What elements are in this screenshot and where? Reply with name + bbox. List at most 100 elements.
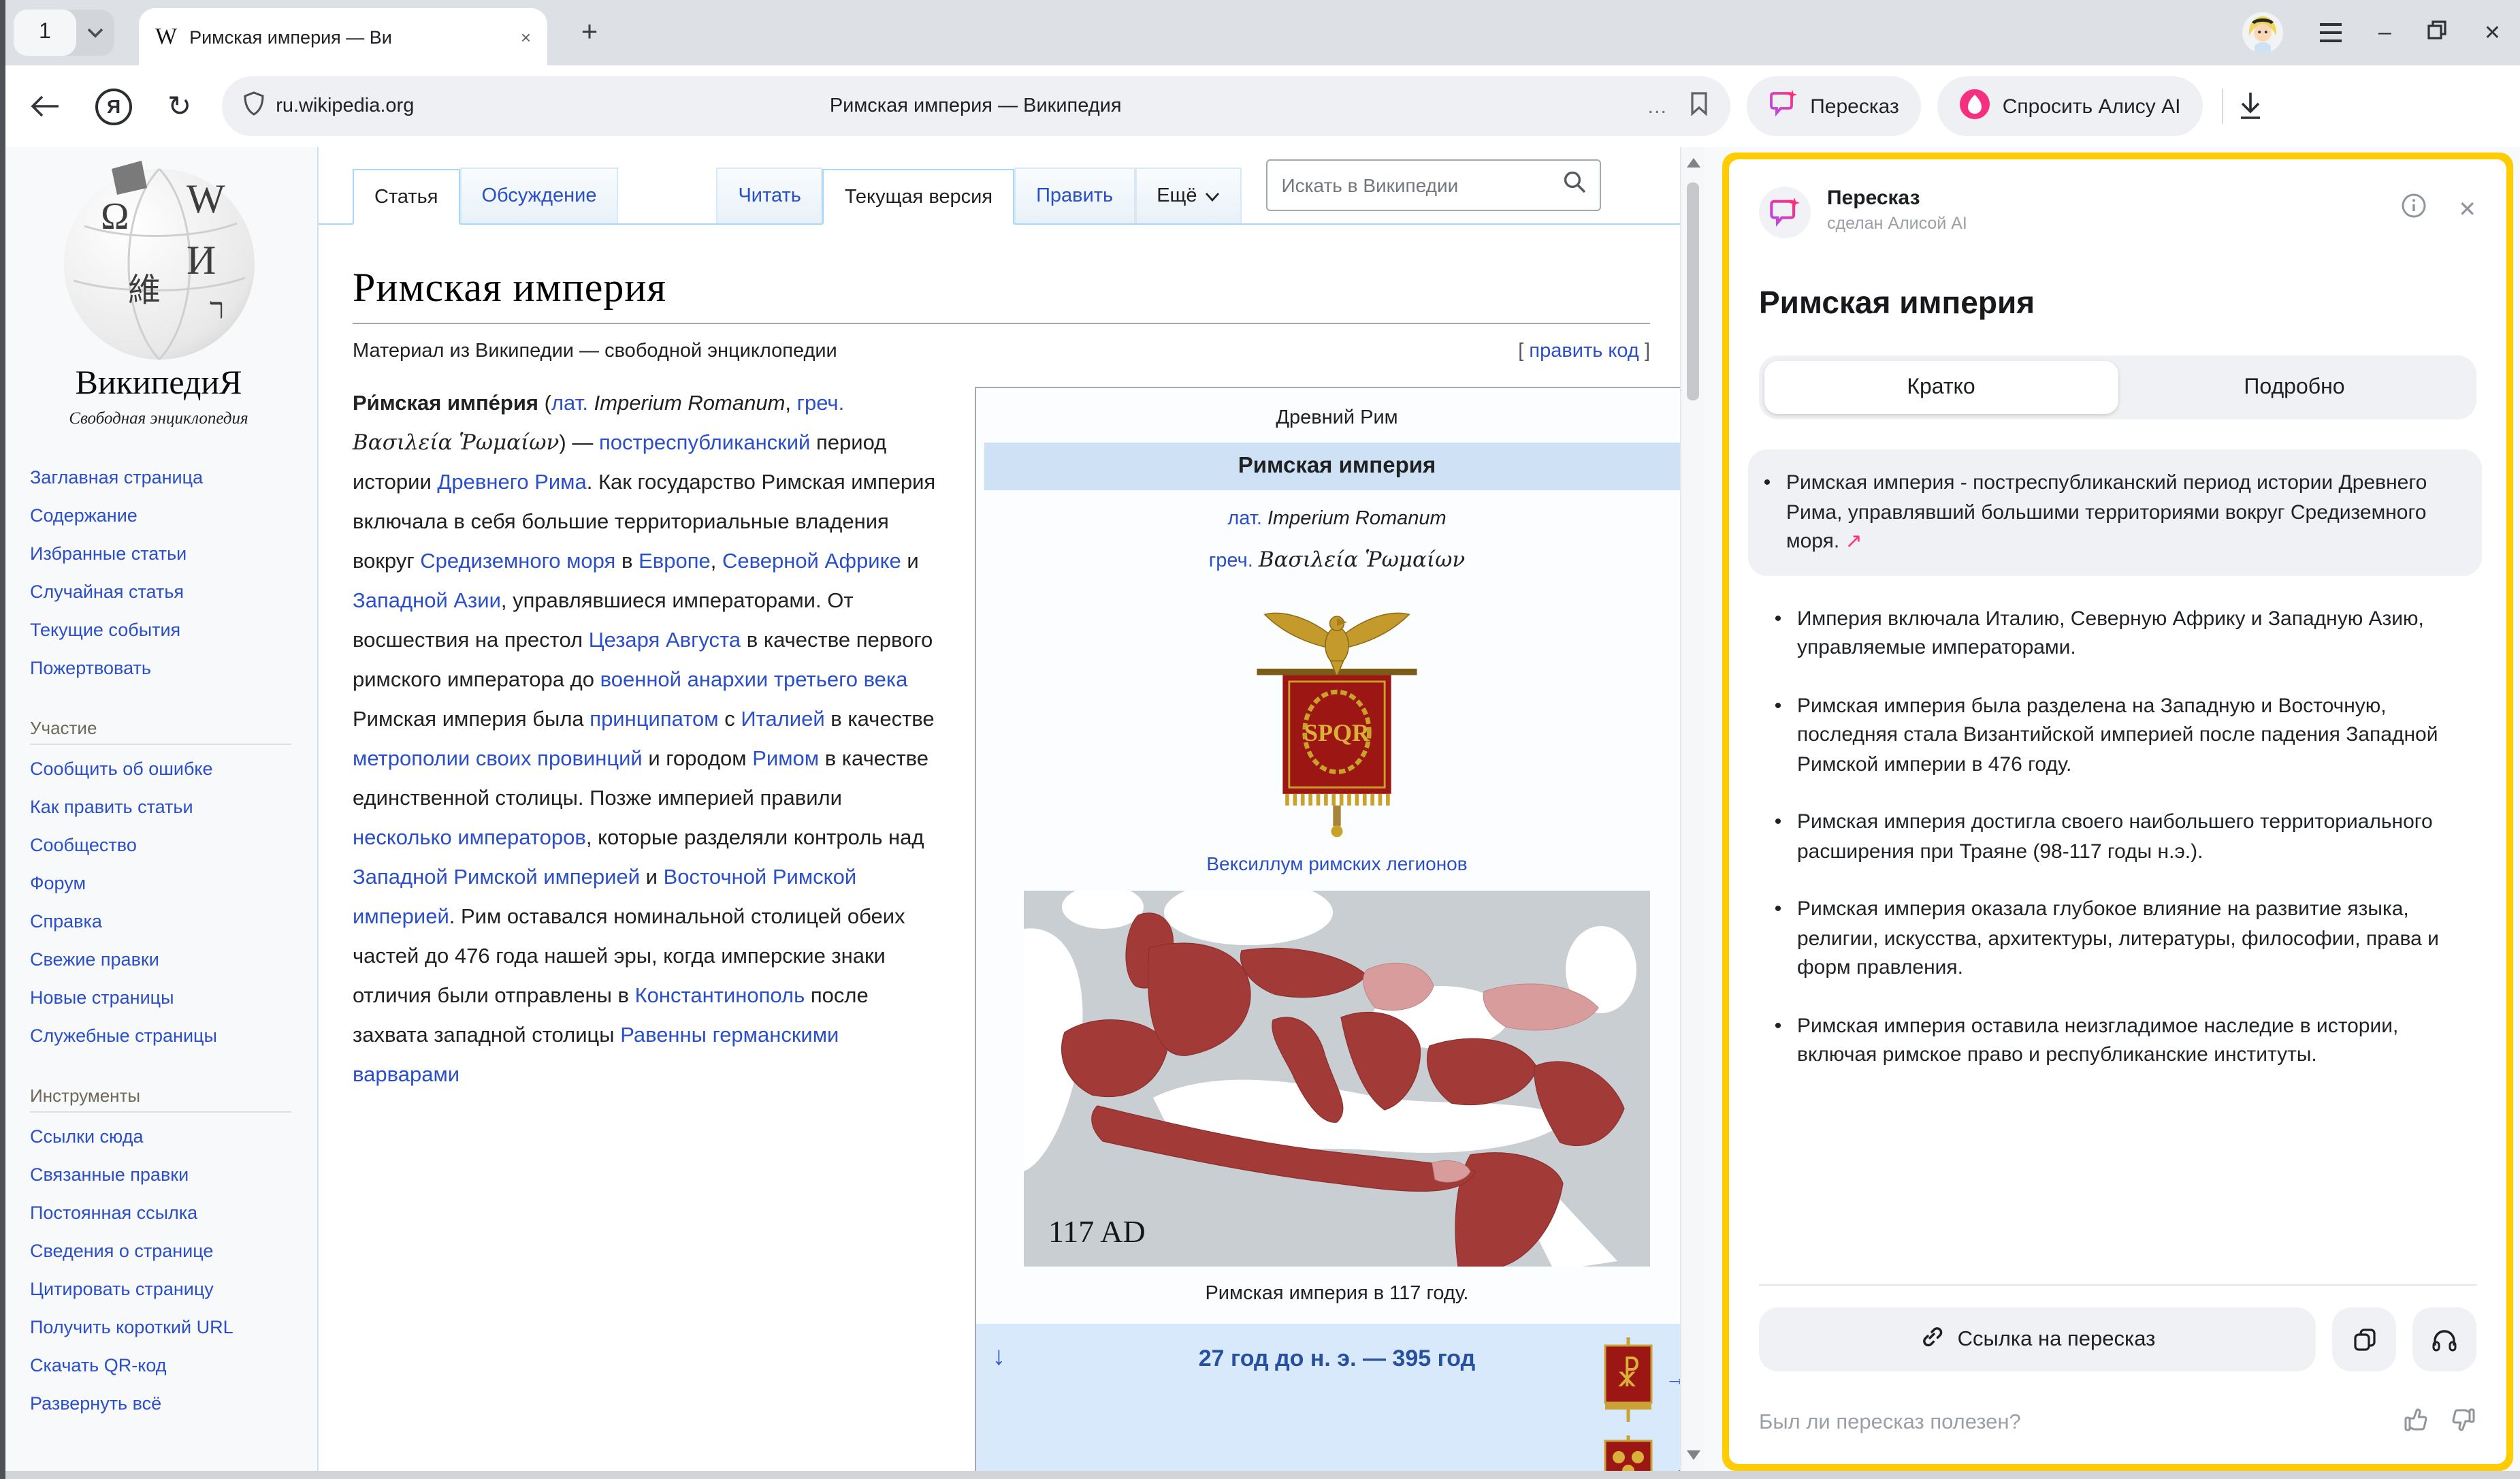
tab-article[interactable]: Статья [353, 169, 460, 225]
new-tab-button[interactable]: + [569, 12, 610, 53]
vexillum-image[interactable]: SPQR [984, 594, 1680, 842]
edit-code-link[interactable]: [ править код ] [1518, 340, 1650, 362]
wikipedia-wordmark[interactable]: ВикипедиЯ [0, 365, 317, 403]
browser-tab[interactable]: W Римская империя — Ви × [139, 8, 547, 65]
reload-icon[interactable]: ↻ [167, 89, 191, 123]
profile-avatar[interactable] [2242, 12, 2283, 53]
sidebar-link[interactable]: Сообщество [30, 835, 300, 857]
wiki-link[interactable]: греч. [797, 392, 845, 415]
search-icon[interactable] [1564, 170, 1587, 200]
sidebar-link[interactable]: Форум [30, 873, 300, 895]
wiki-link[interactable]: Константинополь [635, 985, 805, 1008]
chevron-down-icon[interactable] [76, 27, 114, 38]
url-field[interactable]: ru.wikipedia.org Римская империя — Викип… [221, 76, 1730, 136]
tab-more[interactable]: Ещё [1135, 168, 1242, 223]
sidebar-link[interactable]: Сообщить об ошибке [30, 759, 300, 780]
scroll-down-icon[interactable] [1687, 1450, 1700, 1460]
minimize-icon[interactable]: – [2378, 19, 2391, 46]
scrollbar-thumb[interactable] [1687, 182, 1699, 400]
text-segment: Римская империя была [353, 708, 589, 731]
restore-icon[interactable] [2428, 20, 2447, 46]
wiki-link[interactable]: военной анархии третьего века [600, 669, 908, 692]
thumbs-up-icon[interactable] [2403, 1407, 2429, 1440]
wiki-link[interactable]: Западной Римской империей [353, 866, 640, 889]
page-scrollbar[interactable] [1680, 147, 1705, 1471]
copy-button[interactable] [2332, 1307, 2396, 1371]
tab-counter[interactable]: 1 [14, 10, 114, 56]
greek-label-link[interactable]: греч. [1209, 550, 1253, 572]
wiki-link[interactable]: Средиземного моря [420, 550, 615, 573]
infobox-timeline: ↓ 27 год до н. э. — 395 год ☧ [976, 1324, 1680, 1471]
download-icon[interactable] [2236, 91, 2263, 121]
thumbs-down-icon[interactable] [2451, 1407, 2476, 1440]
wiki-link[interactable]: несколько императоров [353, 827, 586, 850]
wiki-link[interactable]: Северной Африке [722, 550, 901, 573]
sidebar-link[interactable]: Заглавная страница [30, 467, 300, 489]
wiki-search-input[interactable] [1282, 174, 1564, 196]
vexillum-caption-link[interactable]: Вексиллум римских легионов [984, 853, 1680, 874]
sidebar-link[interactable]: Служебные страницы [30, 1025, 300, 1047]
sidebar-link[interactable]: Новые страницы [30, 987, 300, 1009]
empire-map-image[interactable]: 117 AD [1024, 891, 1650, 1267]
sidebar-link[interactable]: Цитировать страницу [30, 1279, 300, 1301]
retell-link-button[interactable]: Ссылка на пересказ [1759, 1307, 2316, 1371]
sidebar-link[interactable]: Сведения о странице [30, 1241, 300, 1262]
scroll-up-icon[interactable] [1687, 158, 1700, 168]
wiki-link[interactable]: принципатом [589, 708, 718, 731]
wiki-link[interactable]: постреспубликанский [599, 432, 810, 455]
sidebar-link[interactable]: Содержание [30, 505, 300, 527]
menu-icon[interactable] [2320, 23, 2342, 42]
sidebar-link[interactable]: Как править статьи [30, 797, 300, 818]
tab-talk[interactable]: Обсуждение [460, 168, 619, 223]
sidebar-link[interactable]: Случайная статья [30, 582, 300, 603]
sidebar-link[interactable]: Свежие правки [30, 949, 300, 971]
text-segment: с [719, 708, 741, 731]
sidebar-link[interactable]: Справка [30, 911, 300, 933]
tab-count[interactable]: 1 [14, 10, 76, 56]
tab-close-icon[interactable]: × [521, 27, 531, 47]
sidebar-link[interactable]: Развернуть всё [30, 1393, 300, 1415]
yandex-icon[interactable]: Я [95, 88, 132, 125]
back-icon[interactable] [30, 95, 60, 117]
timeline-down-arrow[interactable]: ↓ [992, 1343, 1005, 1373]
timeline-range-link[interactable]: 27 год до н. э. — 395 год [976, 1324, 1680, 1373]
feedback-question: Был ли пересказ полезен? [1759, 1411, 2021, 1435]
wiki-link[interactable]: Цезаря Августа [589, 629, 741, 652]
sidebar-link[interactable]: Постоянная ссылка [30, 1203, 300, 1224]
sidebar-link[interactable]: Текущие события [30, 620, 300, 641]
tab-current-version[interactable]: Текущая версия [823, 169, 1014, 225]
latin-label-link[interactable]: лат. [1227, 508, 1262, 530]
close-icon[interactable]: ✕ [2484, 20, 2501, 45]
tab-read[interactable]: Читать [716, 168, 822, 223]
wiki-link[interactable]: Италией [741, 708, 824, 731]
sidebar-link[interactable]: Скачать QR-код [30, 1355, 300, 1377]
sidebar-link[interactable]: Избранные статьи [30, 543, 300, 565]
wiki-link[interactable]: метрополии своих провинций [353, 748, 643, 771]
wiki-link[interactable]: лат. [551, 392, 588, 415]
info-icon[interactable] [2401, 193, 2425, 225]
wiki-link[interactable]: Римом [752, 748, 819, 771]
panel-close-icon[interactable]: ✕ [2458, 195, 2476, 223]
tab-brief[interactable]: Кратко [1764, 361, 2118, 414]
tab-edit[interactable]: Править [1014, 168, 1135, 223]
labarum-chi-rho-icon[interactable]: ☧ [1600, 1337, 1657, 1422]
retell-button[interactable]: Пересказ [1746, 76, 1921, 136]
wiki-link[interactable]: Западной Азии [353, 590, 501, 613]
tab-detailed[interactable]: Подробно [2118, 361, 2471, 414]
timeline-next-arrow[interactable]: → [1665, 1459, 1680, 1471]
text-segment: Βασιλεία Ῥωμαίων [353, 430, 559, 455]
wiki-link[interactable]: Древнего Рима [437, 471, 586, 494]
sidebar-link[interactable]: Связанные правки [30, 1164, 300, 1186]
wiki-search-box[interactable] [1267, 159, 1602, 211]
summary-bullet: •Римская империя была разделена на Запад… [1759, 691, 2476, 779]
sidebar-link[interactable]: Ссылки сюда [30, 1126, 300, 1148]
sidebar-link[interactable]: Пожертвовать [30, 658, 300, 680]
source-link-arrow[interactable]: ↗ [1839, 530, 1862, 553]
lead-paragraph: Ри́мская импе́рия (лат. Imperium Romanum… [353, 384, 943, 1095]
listen-button[interactable] [2412, 1307, 2476, 1371]
ask-alice-button[interactable]: Спросить Алису AI [1937, 76, 2203, 136]
wiki-link[interactable]: Европе [639, 550, 711, 573]
banner-dots-icon[interactable] [1600, 1435, 1657, 1471]
sidebar-link[interactable]: Получить короткий URL [30, 1317, 300, 1339]
timeline-next-arrow[interactable]: → [1665, 1367, 1680, 1392]
